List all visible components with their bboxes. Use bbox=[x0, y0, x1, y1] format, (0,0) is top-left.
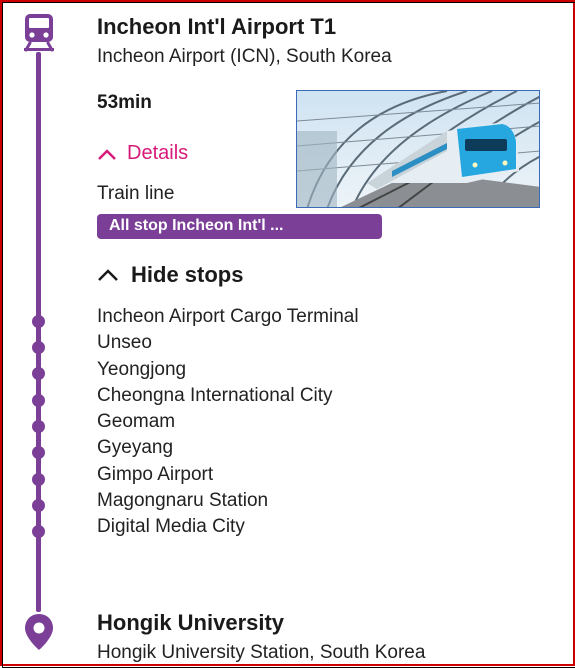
stop-dot bbox=[32, 420, 45, 433]
origin-station-subtitle: Incheon Airport (ICN), South Korea bbox=[97, 46, 392, 67]
stop-item: Digital Media City bbox=[97, 516, 245, 538]
stop-item: Gimpo Airport bbox=[97, 463, 214, 485]
stop-item: Incheon Airport Cargo Terminal bbox=[97, 306, 359, 327]
origin-station-title: Incheon Int'l Airport T1 bbox=[97, 14, 337, 39]
stop-dot bbox=[32, 315, 45, 328]
train-line-badge[interactable]: All stop Incheon Int'l ... bbox=[97, 214, 382, 239]
stop-item: Unseo bbox=[97, 332, 152, 354]
stop-dot bbox=[32, 367, 45, 380]
location-pin-icon bbox=[25, 614, 53, 650]
stop-dot bbox=[32, 394, 45, 407]
intermediate-stops-list: Incheon Airport Cargo Terminal Unseo Yeo… bbox=[97, 304, 359, 541]
train-photo bbox=[296, 90, 540, 208]
chevron-up-icon bbox=[98, 269, 118, 281]
hide-stops-label: Hide stops bbox=[131, 262, 244, 287]
chevron-up-icon bbox=[98, 148, 116, 160]
trip-duration: 53min bbox=[97, 92, 152, 113]
stop-dot bbox=[32, 446, 45, 459]
details-toggle[interactable]: Details bbox=[97, 142, 188, 165]
stop-item: Magongnaru Station bbox=[97, 490, 269, 512]
destination-station-title: Hongik University bbox=[97, 610, 285, 635]
stop-item: Cheongna International City bbox=[97, 384, 333, 406]
details-toggle-label: Details bbox=[127, 142, 189, 164]
hide-stops-toggle[interactable]: Hide stops bbox=[97, 262, 243, 288]
train-icon bbox=[24, 14, 54, 52]
stop-dot bbox=[32, 525, 45, 538]
destination-station-subtitle: Hongik University Station, South Korea bbox=[97, 642, 426, 663]
stop-item: Geomam bbox=[97, 411, 176, 433]
stop-dot bbox=[32, 499, 45, 512]
stop-dot bbox=[32, 341, 45, 354]
train-line-label: Train line bbox=[97, 183, 175, 204]
stop-dot bbox=[32, 473, 45, 486]
train-photo-image bbox=[297, 91, 539, 207]
stop-item: Yeongjong bbox=[97, 358, 187, 380]
stop-item: Gyeyang bbox=[97, 437, 174, 459]
